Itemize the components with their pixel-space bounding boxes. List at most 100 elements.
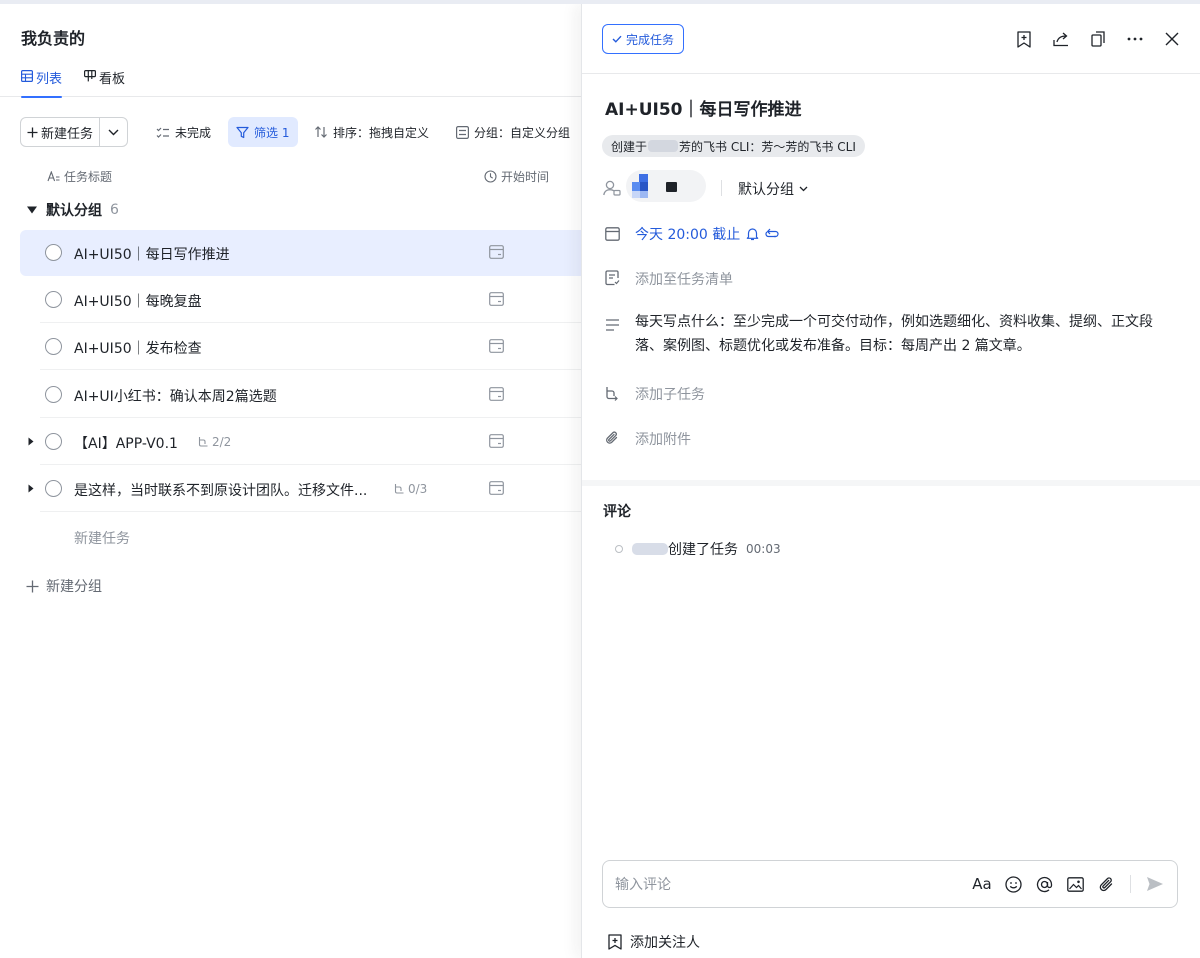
uncompleted-filter-button[interactable]: 未完成	[148, 117, 219, 147]
redacted-name	[648, 140, 679, 152]
calendar-icon[interactable]	[489, 292, 504, 307]
task-checkbox[interactable]	[45, 432, 62, 450]
more-icon[interactable]	[1125, 29, 1145, 49]
complete-task-label: 完成任务	[625, 32, 674, 47]
share-icon[interactable]	[1051, 29, 1071, 49]
filter-icon	[236, 126, 249, 139]
row-divider	[40, 322, 590, 324]
task-checkbox[interactable]	[45, 338, 62, 356]
add-follower-button[interactable]: 添加关注人	[608, 932, 700, 952]
group-by-button[interactable]: 分组：自定义分组	[448, 117, 578, 147]
attachment-field[interactable]: 添加附件	[602, 428, 691, 448]
caret-down-icon	[26, 205, 38, 215]
add-to-list-label: 添加至任务清单	[635, 272, 733, 288]
subtask-count: 0/3	[394, 482, 427, 496]
group-header[interactable]: 默认分组 6	[26, 200, 119, 220]
task-list-field[interactable]: 添加至任务清单	[602, 268, 733, 288]
source-suffix: 芳的飞书 CLI：芳～芳的飞书 CLI	[679, 139, 856, 154]
activity-time: 00:03	[746, 542, 781, 556]
column-header-start-time[interactable]: 开始时间	[484, 168, 549, 185]
separator	[721, 180, 722, 196]
group-icon	[456, 125, 469, 139]
column-header-title[interactable]: 任务标题	[47, 168, 112, 185]
subtask-count-text: 2/2	[212, 434, 232, 449]
task-checkbox[interactable]	[45, 385, 62, 403]
subtask-icon	[602, 383, 622, 403]
filter-button[interactable]: 筛选 1	[228, 117, 298, 147]
person-icon	[602, 178, 622, 198]
comments-title: 评论	[603, 504, 631, 520]
activity-text: 创建了任务	[668, 542, 738, 558]
avatar	[630, 173, 656, 199]
task-description[interactable]: 每天写点什么：至少完成一个可交付动作，例如选题细化、资料收集、提纲、正文段落、案…	[635, 310, 1175, 358]
repeat-icon[interactable]	[765, 228, 779, 240]
task-row[interactable]: AI+UI50｜发布检查	[20, 324, 590, 371]
list-toolbar: 新建任务 未完成 筛选 1 排序：拖拽自定义 分组：自定义分组	[20, 117, 590, 147]
clock-icon	[484, 170, 497, 183]
task-detail-title[interactable]: AI+UI50｜每日写作推进	[605, 95, 802, 120]
task-checkbox[interactable]	[45, 480, 62, 497]
complete-task-button[interactable]: 完成任务	[602, 24, 684, 54]
plus-icon	[26, 580, 39, 593]
comment-input[interactable]	[615, 873, 955, 897]
row-divider	[40, 416, 590, 418]
task-row[interactable]: 是这样，当时联系不到原设计团队。迁移文件... 0/3	[20, 466, 590, 512]
calendar-icon[interactable]	[489, 245, 504, 259]
new-group-button[interactable]: 新建分组	[26, 576, 102, 596]
sort-label: 排序：拖拽自定义	[333, 125, 430, 140]
new-task-dropdown-button[interactable]	[100, 118, 127, 146]
app-window: 我负责的 列表 看板 新建任务 未完成 筛选 1 排序：拖拽自定义 分组：自定义…	[0, 4, 1200, 958]
image-icon[interactable]	[1065, 874, 1085, 894]
subtask-count: 2/2	[198, 435, 231, 449]
close-icon[interactable]	[1162, 29, 1182, 49]
task-checkbox[interactable]	[45, 291, 62, 309]
bell-icon[interactable]	[746, 227, 759, 241]
task-title: AI+UI小红书：确认本周2篇选题	[74, 388, 277, 405]
due-date-value[interactable]: 今天 20:00 截止	[635, 224, 779, 244]
caret-right-icon[interactable]	[28, 484, 34, 493]
sort-icon	[314, 125, 328, 139]
task-row[interactable]: AI+UI50｜每晚复盘	[20, 277, 590, 324]
inline-new-task[interactable]: 新建任务	[74, 528, 130, 548]
tab-list-label: 列表	[36, 72, 63, 87]
assignee-chip[interactable]	[626, 170, 706, 202]
separator	[1130, 875, 1131, 893]
subtask-field[interactable]: 添加子任务	[602, 383, 705, 403]
group-by-label: 分组：自定义分组	[474, 125, 571, 140]
task-row[interactable]: 【AI】APP-V0.1 2/2	[20, 419, 590, 465]
tab-kanban[interactable]: 看板	[84, 68, 125, 97]
comment-composer: Aa	[602, 860, 1178, 908]
calendar-icon[interactable]	[489, 339, 504, 354]
caret-right-icon[interactable]	[28, 437, 34, 446]
text-format-button[interactable]: Aa	[972, 874, 992, 894]
sort-button[interactable]: 排序：拖拽自定义	[306, 117, 437, 147]
activity-item: 创建了任务 00:03	[615, 539, 781, 559]
tab-list[interactable]: 列表	[21, 68, 63, 98]
send-icon[interactable]	[1145, 874, 1165, 894]
add-attachment-label: 添加附件	[635, 432, 691, 448]
emoji-icon[interactable]	[1003, 874, 1023, 894]
subtask-icon	[198, 436, 209, 448]
calendar-icon[interactable]	[489, 433, 504, 448]
mention-icon[interactable]	[1034, 874, 1054, 894]
section-divider	[582, 480, 1200, 486]
task-row[interactable]: AI+UI小红书：确认本周2篇选题	[20, 372, 590, 418]
uncompleted-label: 未完成	[175, 125, 212, 140]
redacted-name	[632, 543, 668, 555]
calendar-icon[interactable]	[489, 386, 504, 401]
timeline-dot	[615, 545, 623, 553]
copy-icon[interactable]	[1088, 29, 1108, 49]
calendar-icon[interactable]	[489, 481, 504, 495]
task-row[interactable]: AI+UI50｜每日写作推进	[20, 230, 590, 276]
paperclip-icon	[602, 428, 622, 448]
paperclip-icon[interactable]	[1096, 874, 1116, 894]
group-select[interactable]: 默认分组	[738, 179, 808, 199]
bookmark-add-icon[interactable]	[1014, 29, 1034, 49]
detail-header-actions	[1014, 29, 1182, 49]
filter-label: 筛选 1	[254, 125, 290, 140]
new-task-button[interactable]: 新建任务	[21, 118, 100, 146]
kanban-icon	[84, 70, 96, 82]
due-date-text: 今天 20:00 截止	[635, 227, 741, 243]
page-title: 我负责的	[21, 29, 86, 48]
task-checkbox[interactable]	[45, 244, 62, 261]
